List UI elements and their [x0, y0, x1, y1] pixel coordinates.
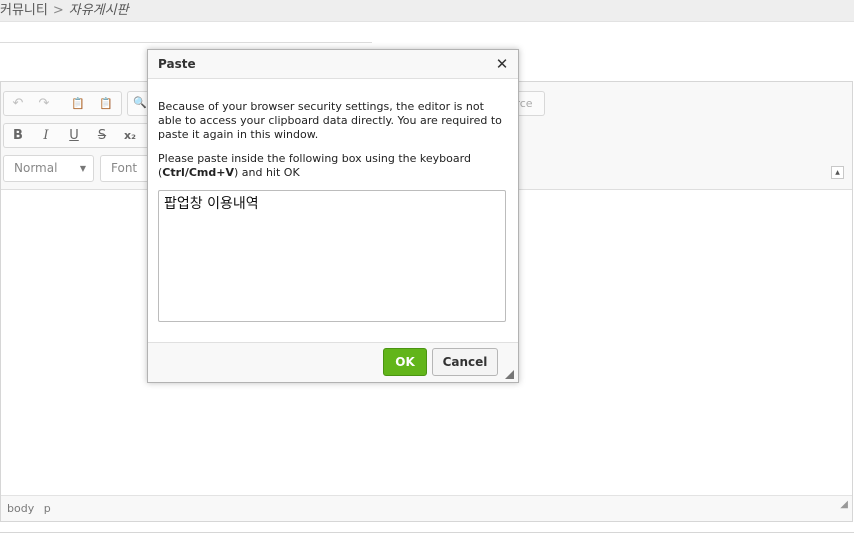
strikethrough-icon[interactable]: S: [91, 126, 113, 145]
undo-icon[interactable]: ↶: [7, 94, 29, 113]
chevron-down-icon: ▼: [79, 164, 86, 173]
breadcrumb-parent[interactable]: 커뮤니티: [0, 3, 48, 18]
toolbar-group-basicstyles: B I U S x₂: [3, 123, 149, 148]
bold-icon[interactable]: B: [7, 126, 29, 145]
ok-button[interactable]: OK: [383, 348, 427, 376]
resize-grip-icon[interactable]: ◢: [840, 492, 848, 517]
element-path-p[interactable]: p: [44, 502, 51, 515]
italic-icon[interactable]: I: [35, 126, 57, 145]
cancel-button[interactable]: Cancel: [432, 348, 498, 376]
keyboard-shortcut: Ctrl/Cmd+V: [162, 166, 234, 179]
paste-instruction: Please paste inside the following box us…: [158, 152, 506, 180]
font-select[interactable]: Font: [100, 155, 149, 182]
redo-icon[interactable]: ↷: [33, 94, 55, 113]
format-select[interactable]: Normal ▼: [3, 155, 94, 182]
dialog-title: Paste: [158, 57, 196, 71]
security-message: Because of your browser security setting…: [158, 100, 502, 141]
paste-instruction-suffix: ) and hit OK: [233, 166, 300, 179]
paste-text-icon[interactable]: 📋: [67, 94, 89, 113]
close-icon[interactable]: ✕: [493, 54, 511, 74]
breadcrumb: 커뮤니티 > 자유게시판: [0, 0, 854, 22]
dialog-resize-icon[interactable]: [505, 370, 514, 379]
dialog-footer: OK Cancel: [148, 342, 518, 382]
paste-textarea[interactable]: 팝업창 이용내역: [158, 190, 506, 322]
dialog-titlebar[interactable]: Paste ✕: [148, 50, 518, 79]
form-divider: [0, 532, 854, 533]
title-input[interactable]: [0, 42, 372, 43]
font-select-value: Font: [111, 161, 138, 175]
editor-statusbar: body p ◢: [1, 495, 852, 521]
paste-dialog: Paste ✕ Because of your browser security…: [147, 49, 519, 383]
subscript-icon[interactable]: x₂: [119, 126, 141, 145]
toolbar-group-find: 🔍: [127, 91, 149, 116]
element-path-body[interactable]: body: [7, 502, 34, 515]
underline-icon[interactable]: U: [63, 126, 85, 145]
breadcrumb-current: 자유게시판: [68, 3, 129, 18]
paste-from-word-icon[interactable]: 📋: [95, 94, 117, 113]
toolbar-group-clipboard: ↶ ↷ 📋 📋: [3, 91, 122, 116]
collapse-toolbar-icon[interactable]: ▲: [831, 166, 844, 179]
format-select-value: Normal: [14, 161, 58, 175]
breadcrumb-separator: >: [52, 3, 64, 18]
